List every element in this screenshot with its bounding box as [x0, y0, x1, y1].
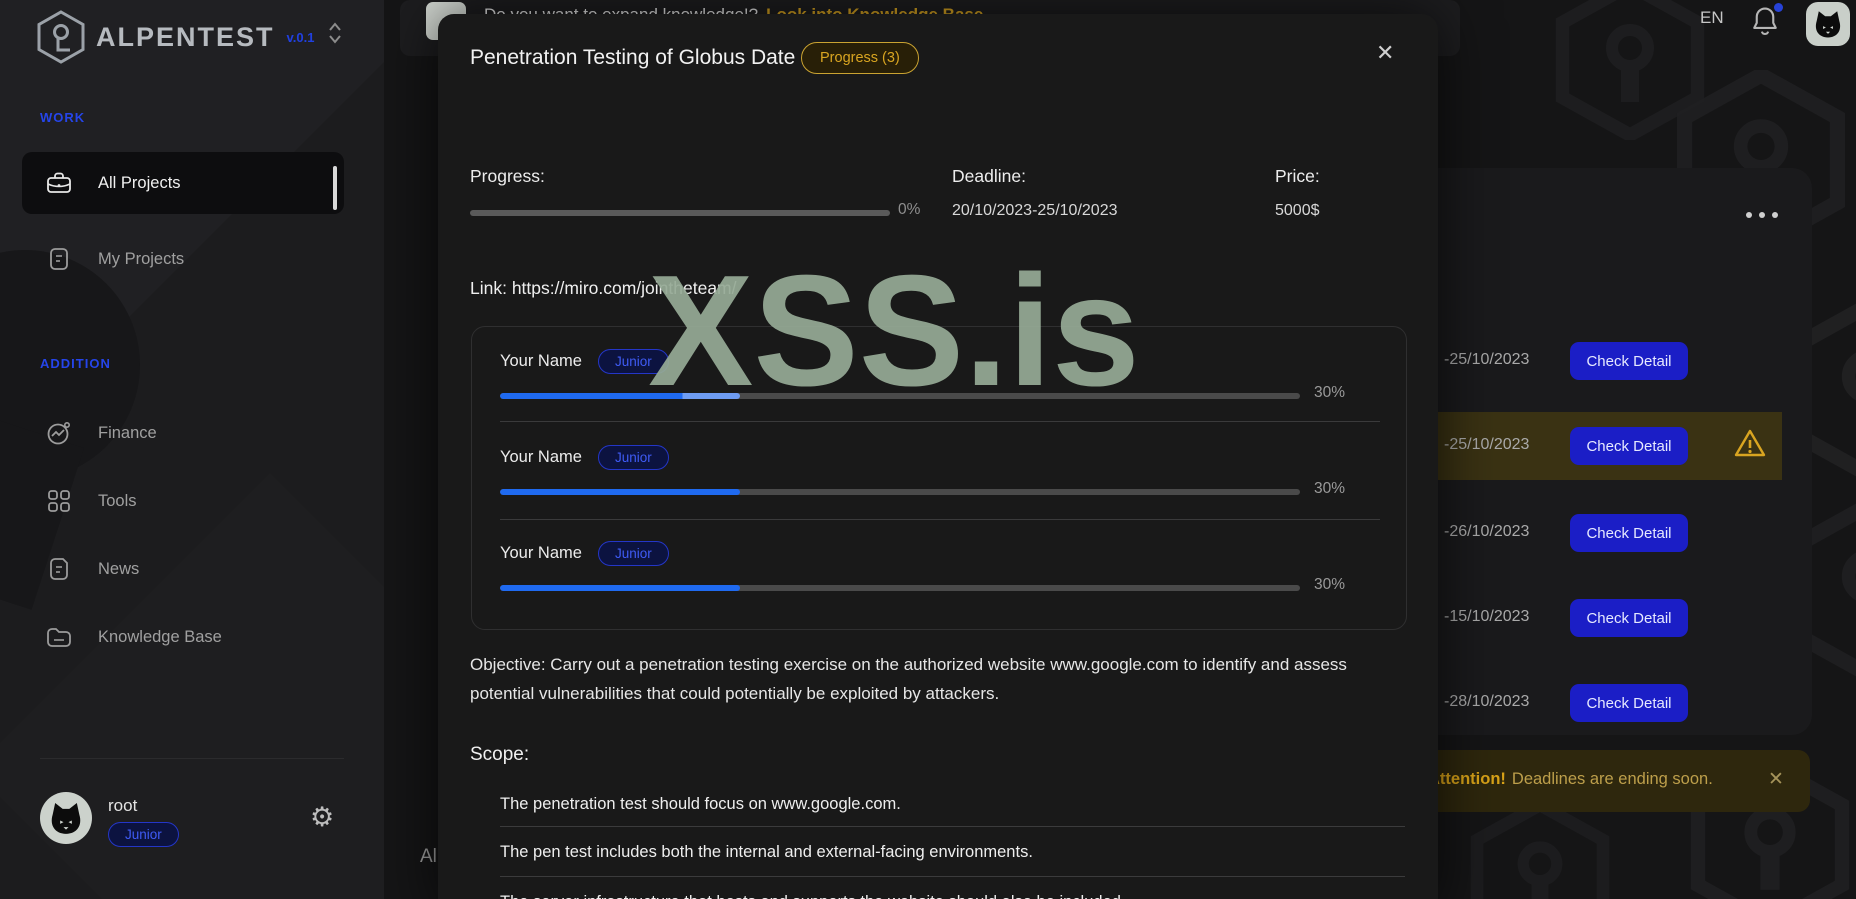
folder-icon — [46, 626, 72, 648]
team-member: Your Name Junior — [500, 541, 669, 566]
team-member: Your Name Junior — [500, 349, 669, 374]
check-detail-button[interactable]: Check Detail — [1570, 342, 1688, 380]
language-selector[interactable]: EN — [1700, 8, 1724, 28]
brand-version: v.0.1 — [286, 29, 315, 45]
sidebar-item-finance[interactable]: Finance — [22, 404, 344, 462]
row-deadline: -15/10/2023 — [1444, 608, 1530, 625]
overall-progress-value: 0% — [898, 201, 921, 218]
alert-message: Deadlines are ending soon. — [1511, 770, 1713, 788]
overall-progress-bar — [470, 210, 890, 216]
brand-logo: ALPENTEST v.0.1 — [36, 10, 314, 64]
objective-text: Objective: Carry out a penetration testi… — [470, 655, 1347, 703]
gear-icon[interactable]: ⚙ — [310, 802, 334, 833]
username: root — [108, 796, 138, 815]
grid-icon — [46, 489, 72, 513]
check-detail-button[interactable]: Check Detail — [1570, 427, 1688, 465]
member-rank-badge: Junior — [597, 349, 669, 374]
check-detail-button[interactable]: Check Detail — [1570, 684, 1688, 722]
alert-title: Attention! — [1428, 770, 1506, 788]
member-progress-fill — [500, 393, 740, 399]
member-progress-bar — [500, 489, 1300, 495]
finance-chart-icon — [46, 420, 72, 446]
deadline-label: Deadline: — [952, 166, 1026, 186]
sidebar-item-news[interactable]: News — [22, 540, 344, 598]
alpentest-logo-icon — [37, 10, 85, 64]
row-deadline: -25/10/2023 — [1444, 436, 1530, 453]
sidebar: ALPENTEST v.0.1 WORK All Projects My Pro… — [0, 0, 384, 899]
scope-label: Scope: — [470, 744, 530, 765]
check-detail-button[interactable]: Check Detail — [1570, 514, 1688, 552]
cat-avatar-icon — [1815, 11, 1841, 38]
sidebar-scrollbar-thumb[interactable] — [333, 166, 337, 210]
scope-item: The pen test includes both the internal … — [500, 843, 1033, 861]
user-avatar[interactable] — [1806, 2, 1850, 46]
sidebar-item-my-projects[interactable]: My Projects — [22, 230, 344, 288]
member-name: Your Name — [500, 544, 582, 562]
sidebar-item-all-projects[interactable]: All Projects — [22, 152, 344, 214]
member-progress-value: 30% — [1314, 480, 1346, 497]
team-card: Your Name Junior 30% Your Name Junior 30… — [471, 326, 1407, 630]
warning-icon — [1734, 429, 1766, 457]
card-menu-icon[interactable] — [1746, 212, 1778, 218]
user-avatar[interactable] — [40, 792, 92, 844]
member-progress-fill — [500, 489, 740, 495]
project-link[interactable]: Link: https://miro.com/jointheteam/ — [470, 278, 737, 299]
sidebar-item-label: News — [98, 559, 140, 578]
modal-title: Penetration Testing of Globus Date — [470, 46, 796, 69]
row-deadline: -25/10/2023 — [1444, 351, 1530, 368]
sidebar-item-label: Knowledge Base — [98, 627, 222, 646]
cat-avatar-icon — [51, 803, 81, 834]
sidebar-collapse-icon[interactable] — [326, 20, 344, 46]
news-doc-icon — [46, 557, 72, 581]
row-deadline: -26/10/2023 — [1444, 523, 1530, 540]
hex-pattern-icon — [1470, 800, 1610, 899]
sidebar-item-knowledge-base[interactable]: Knowledge Base — [22, 608, 344, 666]
member-rank-badge: Junior — [597, 541, 669, 566]
divider — [500, 519, 1380, 520]
member-progress-bar — [500, 585, 1300, 591]
member-progress-value: 30% — [1314, 384, 1346, 401]
divider — [500, 876, 1405, 877]
modal-close-icon[interactable]: ✕ — [1376, 40, 1394, 66]
progress-label: Progress: — [470, 166, 545, 186]
brand-name: ALPENTEST — [96, 21, 275, 52]
row-deadline: -28/10/2023 — [1444, 693, 1530, 710]
member-progress-value: 30% — [1314, 576, 1346, 593]
member-rank-badge: Junior — [597, 445, 669, 470]
status-badge: Progress (3) — [801, 42, 919, 74]
file-lines-icon — [46, 247, 72, 271]
section-label-addition: ADDITION — [40, 356, 111, 371]
divider — [500, 421, 1380, 422]
alert-close-icon[interactable]: ✕ — [1768, 768, 1784, 791]
price-value: 5000$ — [1275, 202, 1320, 219]
user-rank-badge: Junior — [108, 822, 179, 847]
team-member: Your Name Junior — [500, 445, 669, 470]
scope-item: The server infrastructure that hosts and… — [500, 893, 1400, 899]
divider — [500, 826, 1405, 827]
sidebar-item-label: Tools — [98, 491, 137, 510]
sidebar-item-label: Finance — [98, 423, 157, 442]
divider — [40, 758, 344, 759]
project-detail-modal: Penetration Testing of Globus Date Progr… — [438, 14, 1438, 899]
notification-dot — [1774, 3, 1783, 12]
check-detail-button[interactable]: Check Detail — [1570, 599, 1688, 637]
member-name: Your Name — [500, 352, 582, 370]
section-label-work: WORK — [40, 110, 86, 125]
sidebar-item-label: All Projects — [98, 173, 181, 192]
sidebar-item-label: My Projects — [98, 249, 185, 268]
briefcase-icon — [46, 171, 72, 195]
scope-item: The penetration test should focus on www… — [500, 795, 901, 813]
member-progress-fill — [500, 585, 740, 591]
sidebar-item-tools[interactable]: Tools — [22, 472, 344, 530]
member-name: Your Name — [500, 448, 582, 466]
deadline-value: 20/10/2023-25/10/2023 — [952, 202, 1118, 219]
member-progress-bar — [500, 393, 1300, 399]
app-root: Do you want to expand knowledge!?Look in… — [0, 0, 1856, 899]
price-label: Price: — [1275, 166, 1320, 186]
